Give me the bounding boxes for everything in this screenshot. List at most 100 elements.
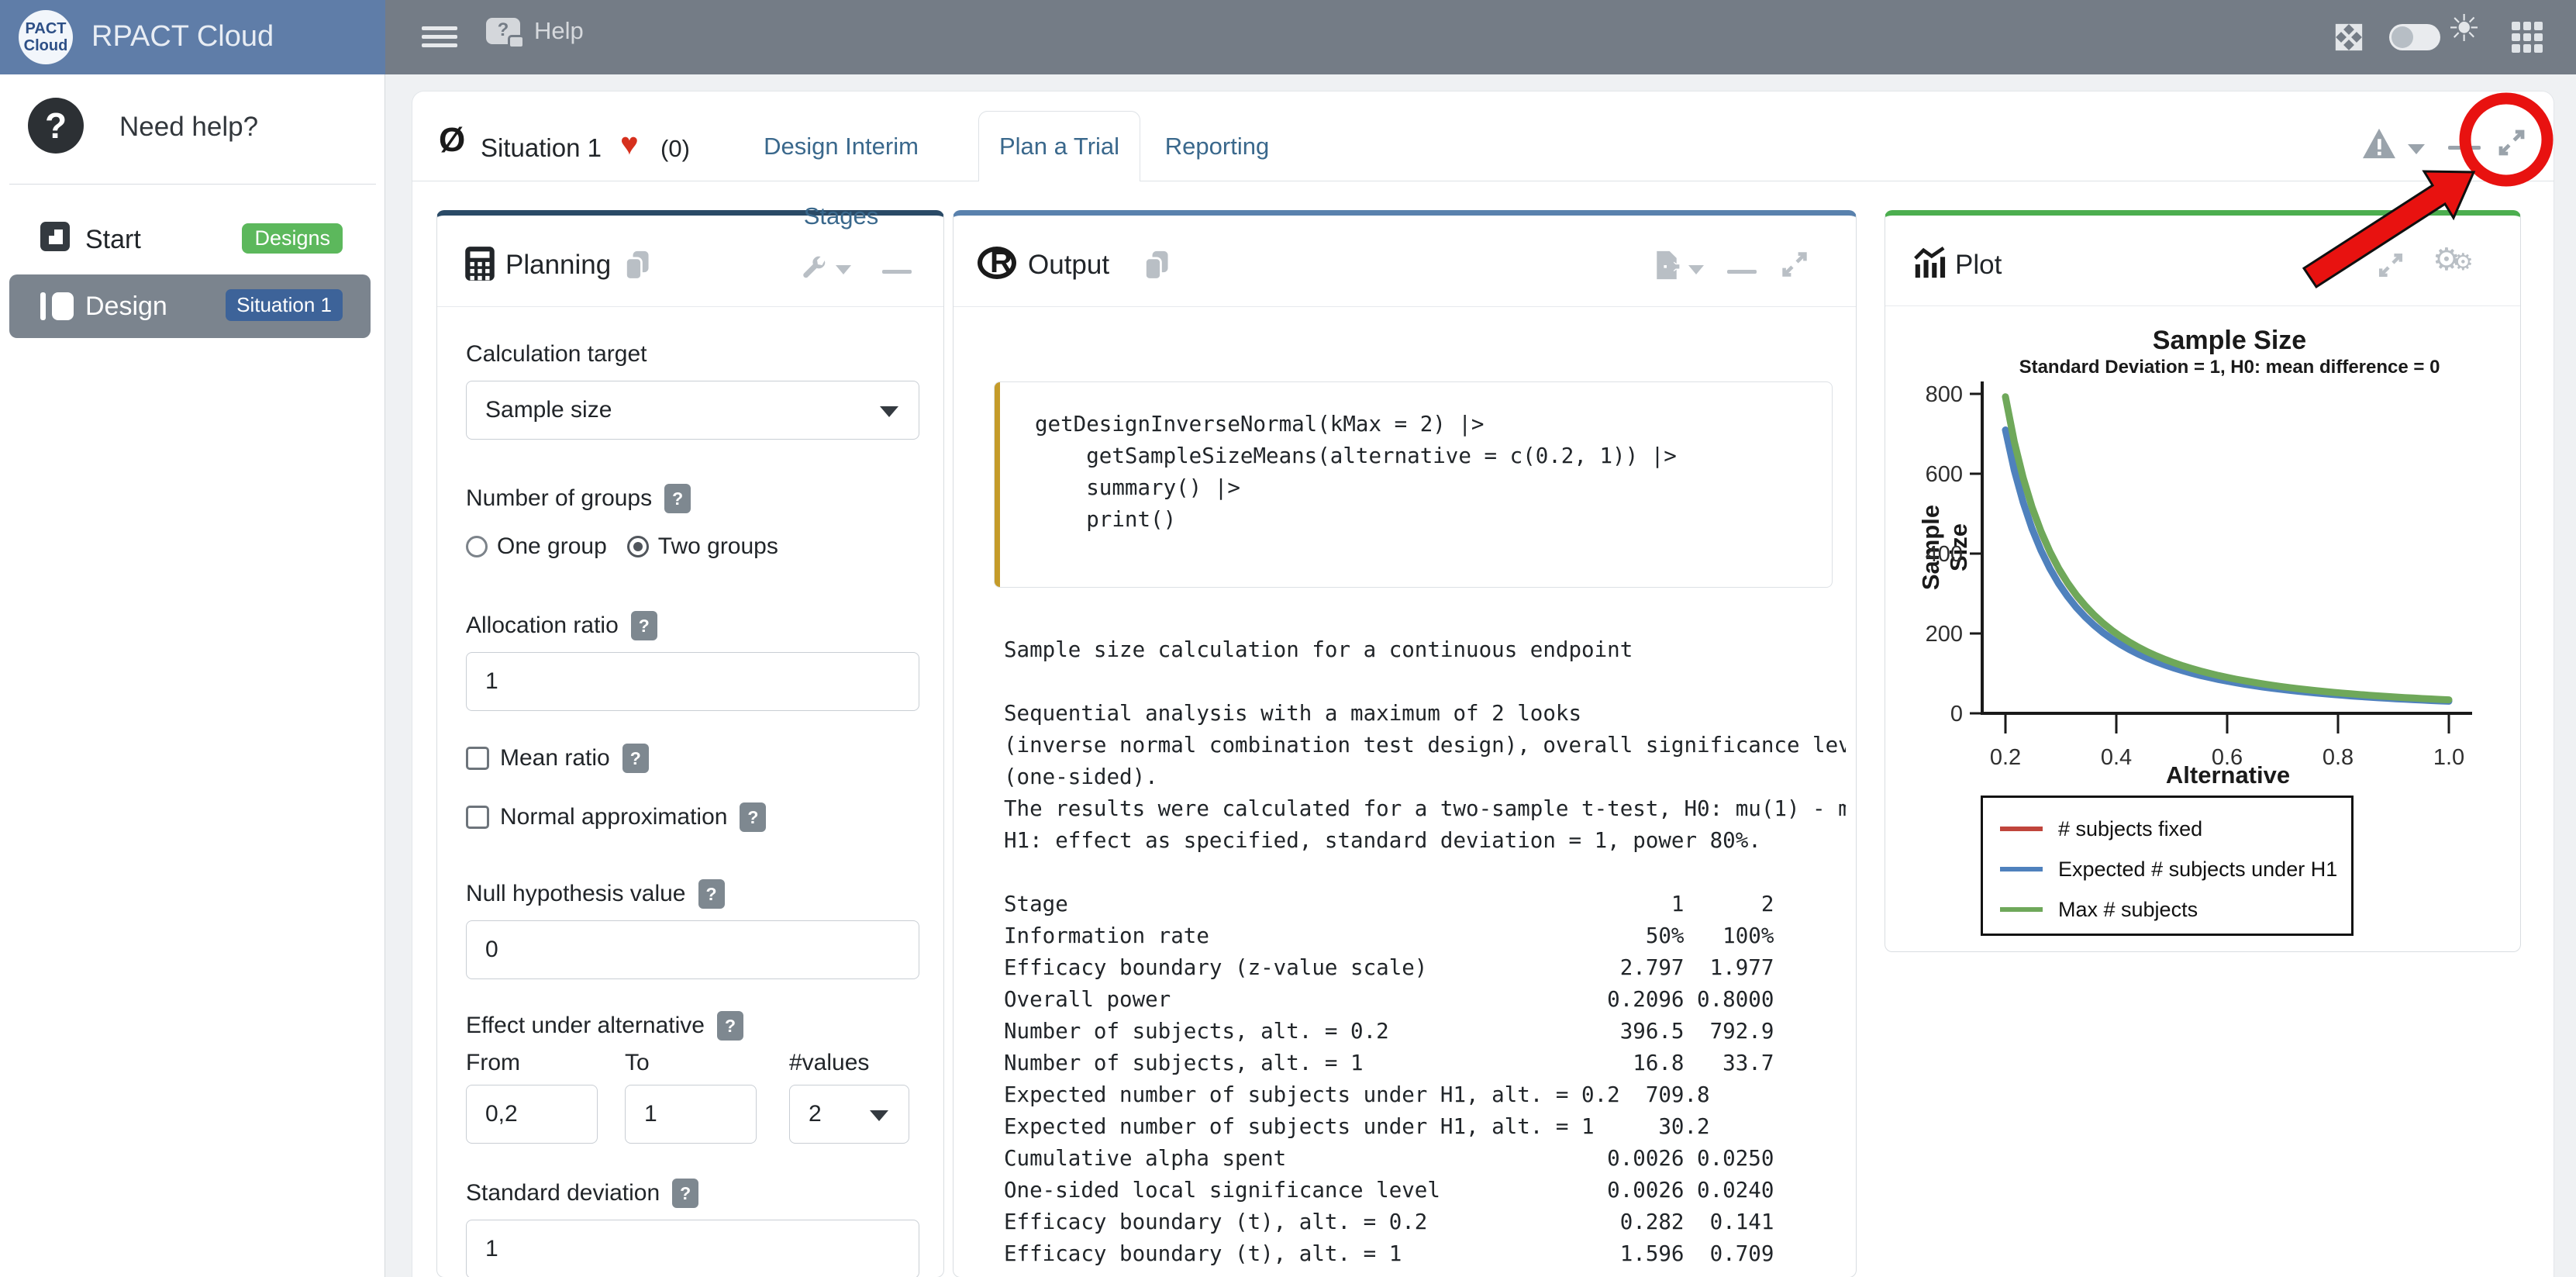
code-accent-bar bbox=[995, 382, 1000, 587]
number-of-groups-radios: One group Two groups bbox=[466, 530, 919, 564]
planning-header-divider bbox=[437, 306, 943, 307]
help-badge-icon[interactable]: ? bbox=[698, 879, 725, 909]
planning-panel: Planning Calculation target Sample size … bbox=[436, 210, 944, 1277]
two-groups-radio-selected[interactable] bbox=[627, 536, 649, 557]
design-badge: Situation 1 bbox=[226, 289, 343, 321]
output-minimize-icon[interactable] bbox=[1727, 270, 1757, 274]
output-title: Output bbox=[1028, 250, 1109, 281]
svg-text:0.2: 0.2 bbox=[1990, 745, 2021, 770]
allocation-ratio-input[interactable] bbox=[466, 652, 919, 711]
standard-deviation-label: Standard deviation ? bbox=[466, 1178, 919, 1209]
help-badge-icon[interactable]: ? bbox=[672, 1179, 698, 1208]
rpact-cloud-window: PACT Cloud RPACT Cloud ? Need help? Star… bbox=[0, 0, 2576, 1277]
logo-text-top: PACT bbox=[26, 20, 67, 37]
tab-plan-a-trial-active[interactable]: Plan a Trial bbox=[978, 111, 1140, 181]
help-badge-icon[interactable]: ? bbox=[631, 611, 657, 640]
nvalues-label: #values bbox=[789, 1049, 909, 1077]
calculation-target-value: Sample size bbox=[485, 397, 612, 423]
sidebar-item-start[interactable]: Start Designs bbox=[9, 219, 371, 267]
null-hypothesis-label: Null hypothesis value ? bbox=[466, 878, 919, 909]
export-dropdown-caret-icon[interactable] bbox=[1688, 265, 1704, 274]
minimize-icon[interactable] bbox=[2448, 146, 2481, 150]
sidebar: PACT Cloud RPACT Cloud ? Need help? Star… bbox=[0, 0, 385, 1277]
output-expand-icon[interactable] bbox=[1777, 247, 1812, 282]
one-group-radio[interactable] bbox=[466, 536, 488, 557]
r-logo-icon: R bbox=[978, 243, 1019, 281]
warning-icon[interactable] bbox=[2361, 127, 2397, 160]
chevron-down-icon bbox=[870, 1110, 888, 1121]
help-badge-icon[interactable]: ? bbox=[664, 484, 691, 513]
null-hypothesis-input[interactable] bbox=[466, 920, 919, 979]
r-output-text: Sample size calculation for a continuous… bbox=[1004, 634, 1846, 1277]
plot-settings-gears-icon[interactable]: ⚙⚙ bbox=[2433, 242, 2474, 278]
copy-icon[interactable] bbox=[1141, 248, 1172, 282]
heart-icon[interactable]: ♥ bbox=[620, 127, 639, 162]
nvalues-value: 2 bbox=[809, 1101, 822, 1127]
tab-situation[interactable]: Situation 1 bbox=[481, 133, 602, 163]
apps-grid-icon[interactable] bbox=[2512, 22, 2543, 53]
start-label: Start bbox=[85, 225, 141, 255]
design-icon bbox=[40, 292, 46, 320]
output-panel: R Output getDesignInverseNormal(kMax = 2… bbox=[953, 210, 1857, 1277]
help-badge-icon[interactable]: ? bbox=[717, 1011, 743, 1041]
topbar: ? Help ☀ bbox=[385, 0, 2576, 74]
chart-x-axis-label: Alternative bbox=[2096, 761, 2360, 789]
wrench-icon[interactable] bbox=[800, 254, 828, 282]
export-icon[interactable] bbox=[1651, 248, 1682, 282]
normal-approximation-label[interactable]: Normal approximation bbox=[500, 804, 727, 830]
copy-icon[interactable] bbox=[622, 248, 653, 282]
help-label: Help bbox=[534, 17, 584, 45]
help-badge-icon[interactable]: ? bbox=[740, 802, 766, 832]
r-code: getDesignInverseNormal(kMax = 2) |> getS… bbox=[1035, 409, 1832, 536]
calculation-target-label: Calculation target bbox=[466, 339, 919, 370]
chevron-down-icon bbox=[880, 406, 898, 417]
start-icon bbox=[40, 222, 70, 251]
effect-to-input[interactable] bbox=[625, 1085, 757, 1144]
rpact-logo-icon: PACT Cloud bbox=[19, 10, 73, 64]
legend-item: Expected # subjects under H1 bbox=[2000, 849, 2351, 889]
two-groups-label[interactable]: Two groups bbox=[658, 533, 778, 560]
allocation-ratio-label: Allocation ratio ? bbox=[466, 610, 919, 641]
help-button[interactable]: ? Help bbox=[486, 17, 584, 45]
normal-approximation-checkbox[interactable] bbox=[466, 806, 489, 829]
effect-from-input[interactable] bbox=[466, 1085, 598, 1144]
mean-ratio-checkbox[interactable] bbox=[466, 747, 489, 770]
sidebar-item-design-selected[interactable]: Design Situation 1 bbox=[9, 274, 371, 338]
favorites-count: (0) bbox=[660, 135, 690, 163]
planning-minimize-icon[interactable] bbox=[882, 270, 912, 274]
sidebar-divider bbox=[9, 184, 376, 185]
need-help-label: Need help? bbox=[119, 112, 258, 143]
nvalues-select[interactable]: 2 bbox=[789, 1085, 909, 1144]
mean-ratio-row: Mean ratio ? bbox=[466, 742, 919, 775]
mean-ratio-label[interactable]: Mean ratio bbox=[500, 745, 610, 771]
standard-deviation-input[interactable] bbox=[466, 1220, 919, 1277]
legend-line-blue bbox=[2000, 867, 2043, 871]
help-chat-icon-secondary bbox=[508, 35, 525, 49]
help-chat-icon: ? bbox=[486, 18, 520, 44]
one-group-label[interactable]: One group bbox=[497, 533, 607, 560]
svg-text:400: 400 bbox=[1926, 542, 1963, 567]
dark-mode-toggle[interactable] bbox=[2389, 24, 2440, 50]
svg-text:1.0: 1.0 bbox=[2433, 745, 2464, 770]
plot-title: Plot bbox=[1955, 250, 2002, 281]
start-badge: Designs bbox=[242, 223, 343, 254]
hamburger-menu-icon[interactable] bbox=[422, 26, 457, 47]
tab-design-interim-stages[interactable]: Design Interim Stages bbox=[729, 112, 953, 181]
question-mark-icon: ? bbox=[28, 98, 84, 154]
calculator-icon bbox=[464, 245, 496, 282]
expand-icon[interactable] bbox=[2493, 124, 2530, 161]
wrench-dropdown-caret-icon[interactable] bbox=[836, 265, 851, 274]
warning-dropdown-caret-icon[interactable] bbox=[2408, 144, 2425, 154]
settings-sun-icon[interactable]: ☀ bbox=[2447, 11, 2481, 48]
sidebar-item-need-help[interactable]: ? Need help? bbox=[0, 98, 385, 172]
legend-line-green bbox=[2000, 907, 2043, 912]
help-badge-icon[interactable]: ? bbox=[622, 744, 649, 773]
planning-form: Calculation target Sample size Number of… bbox=[466, 322, 919, 1277]
svg-text:600: 600 bbox=[1926, 462, 1963, 487]
plot-expand-icon[interactable] bbox=[2374, 248, 2408, 282]
number-of-groups-label: Number of groups ? bbox=[466, 483, 919, 514]
calculation-target-select[interactable]: Sample size bbox=[466, 381, 919, 440]
move-arrows-icon[interactable] bbox=[2333, 22, 2364, 53]
tab-reporting[interactable]: Reporting bbox=[1159, 112, 1275, 181]
effect-under-alternative-label: Effect under alternative ? bbox=[466, 1010, 919, 1041]
